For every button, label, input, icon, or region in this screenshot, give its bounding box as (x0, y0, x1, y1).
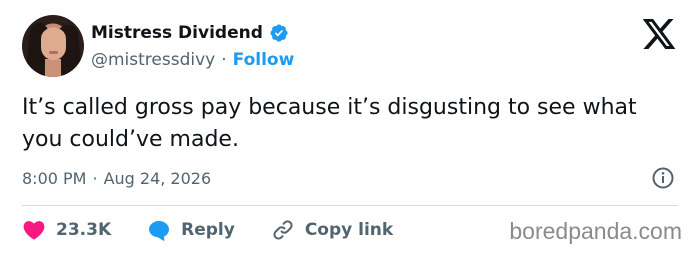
avatar-face (41, 28, 66, 60)
author-name[interactable]: Mistress Dividend (91, 23, 263, 43)
handle-separator: · (221, 50, 227, 70)
heart-icon (23, 221, 45, 240)
tweet-timestamp[interactable]: 8:00 PM · Aug 24, 2026 (22, 167, 211, 189)
reply-label: Reply (181, 220, 235, 240)
author-handle[interactable]: @mistressdivy (91, 50, 215, 70)
divider (22, 205, 678, 206)
verified-badge-icon (270, 24, 288, 42)
tweet-actions: 23.3K Reply Copy link (22, 217, 429, 243)
timestamp-separator: · (92, 168, 98, 188)
tweet-text: It’s called gross pay because it’s disgu… (22, 95, 637, 152)
like-count: 23.3K (56, 220, 112, 240)
info-icon[interactable] (651, 166, 675, 190)
avatar[interactable] (22, 15, 84, 77)
author-name-row: Mistress Dividend (91, 20, 289, 46)
reply-icon (149, 221, 170, 241)
avatar-lips (49, 51, 58, 54)
author-handle-row: @mistressdivy · Follow (91, 48, 294, 72)
avatar-neck (45, 59, 61, 77)
tweet-time: 8:00 PM (22, 168, 87, 188)
watermark: boredpanda.com (509, 218, 682, 244)
copy-link-button[interactable]: Copy link (271, 218, 393, 242)
tweet-date: Aug 24, 2026 (103, 168, 212, 188)
x-logo-icon[interactable] (643, 19, 677, 49)
follow-button[interactable]: Follow (233, 50, 295, 70)
copy-link-label: Copy link (304, 220, 394, 240)
link-icon (273, 220, 293, 240)
like-button[interactable]: 23.3K (22, 218, 111, 242)
reply-button[interactable]: Reply (147, 218, 235, 242)
